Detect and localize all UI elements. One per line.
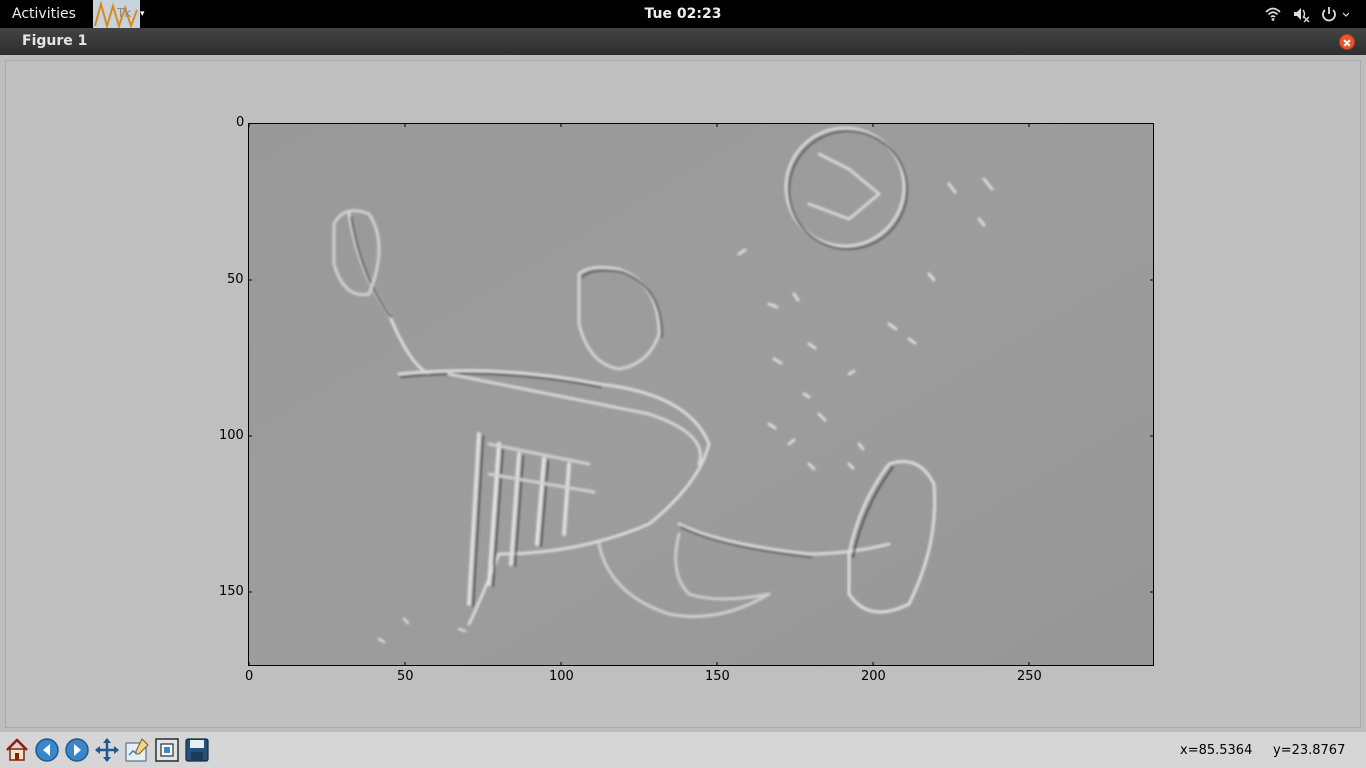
home-icon[interactable] (4, 737, 30, 763)
back-icon[interactable] (34, 737, 60, 763)
forward-icon[interactable] (64, 737, 90, 763)
zoom-to-rect-icon[interactable] (154, 737, 180, 763)
configure-subplots-icon[interactable] (124, 737, 150, 763)
axis-ticks (248, 123, 1154, 666)
y-tick-label: 100 (219, 428, 244, 443)
x-tick-label: 150 (705, 669, 730, 684)
save-icon[interactable] (184, 737, 210, 763)
pan-icon[interactable] (94, 737, 120, 763)
x-tick-label: 0 (245, 669, 254, 684)
x-tick-label: 50 (397, 669, 414, 684)
y-tick-label: 150 (219, 584, 244, 599)
x-coordinate-readout: x=85.5364 (1180, 743, 1253, 758)
x-tick-label: 250 (1017, 669, 1042, 684)
x-tick-label: 200 (861, 669, 886, 684)
y-coordinate-readout: y=23.8767 (1273, 743, 1346, 758)
x-tick-label: 100 (549, 669, 574, 684)
y-tick-label: 50 (227, 272, 244, 287)
y-tick-label: 0 (236, 115, 245, 130)
